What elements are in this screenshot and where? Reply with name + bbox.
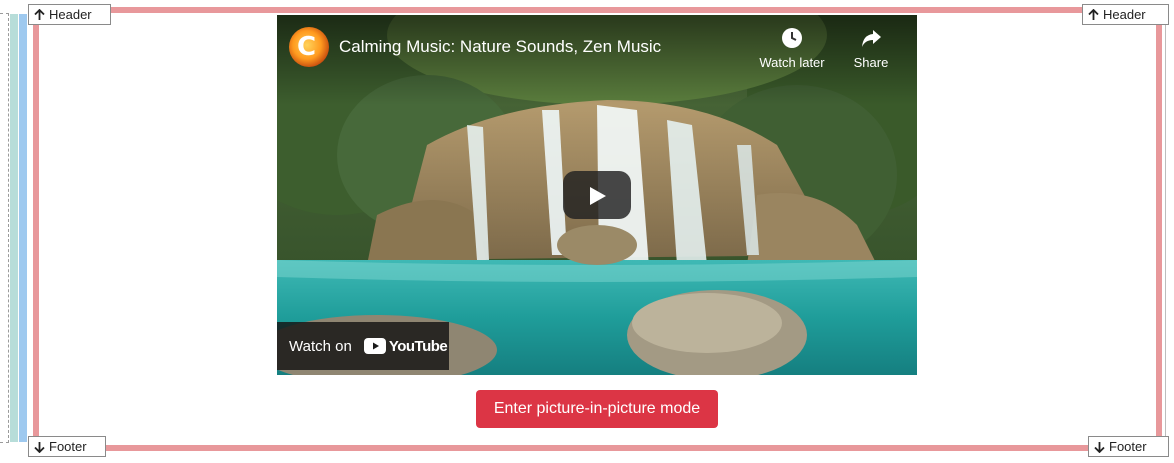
share-button[interactable]: Share (847, 27, 895, 70)
play-icon (590, 187, 606, 205)
watch-on-youtube-link[interactable]: Watch on YouTube (277, 322, 449, 370)
scroll-to-header-button[interactable]: Header (28, 4, 111, 25)
scroll-to-footer-button[interactable]: Footer (1088, 436, 1169, 457)
channel-logo-icon[interactable]: C (289, 27, 329, 67)
enter-picture-in-picture-button[interactable]: Enter picture-in-picture mode (476, 390, 718, 428)
watch-later-button[interactable]: Watch later (752, 27, 832, 70)
arrow-up-icon (34, 8, 45, 20)
blue-side-strip (19, 14, 27, 442)
header-button-label: Header (49, 7, 92, 22)
scroll-to-header-button[interactable]: Header (1082, 4, 1169, 25)
teal-side-strip (10, 14, 18, 442)
arrow-down-icon (1094, 441, 1105, 453)
watch-on-label: Watch on (289, 337, 352, 355)
header-button-label: Header (1103, 7, 1146, 22)
video-title[interactable]: Calming Music: Nature Sounds, Zen Music (339, 37, 661, 57)
arrow-down-icon (34, 441, 45, 453)
play-button[interactable] (563, 171, 631, 219)
share-label: Share (853, 55, 889, 70)
watch-later-label: Watch later (759, 55, 825, 70)
youtube-play-icon (363, 338, 386, 354)
youtube-embed-player[interactable]: C Calming Music: Nature Sounds, Zen Musi… (277, 15, 917, 375)
right-divider (1165, 14, 1166, 442)
clock-icon (782, 28, 802, 48)
footer-button-label: Footer (49, 439, 87, 454)
scroll-to-footer-button[interactable]: Footer (28, 436, 106, 457)
left-dashed-edge (0, 13, 9, 443)
share-arrow-icon (862, 30, 881, 47)
youtube-logo-text: YouTube (388, 337, 448, 355)
arrow-up-icon (1088, 8, 1099, 20)
footer-button-label: Footer (1109, 439, 1147, 454)
youtube-logo: YouTube (363, 337, 448, 355)
